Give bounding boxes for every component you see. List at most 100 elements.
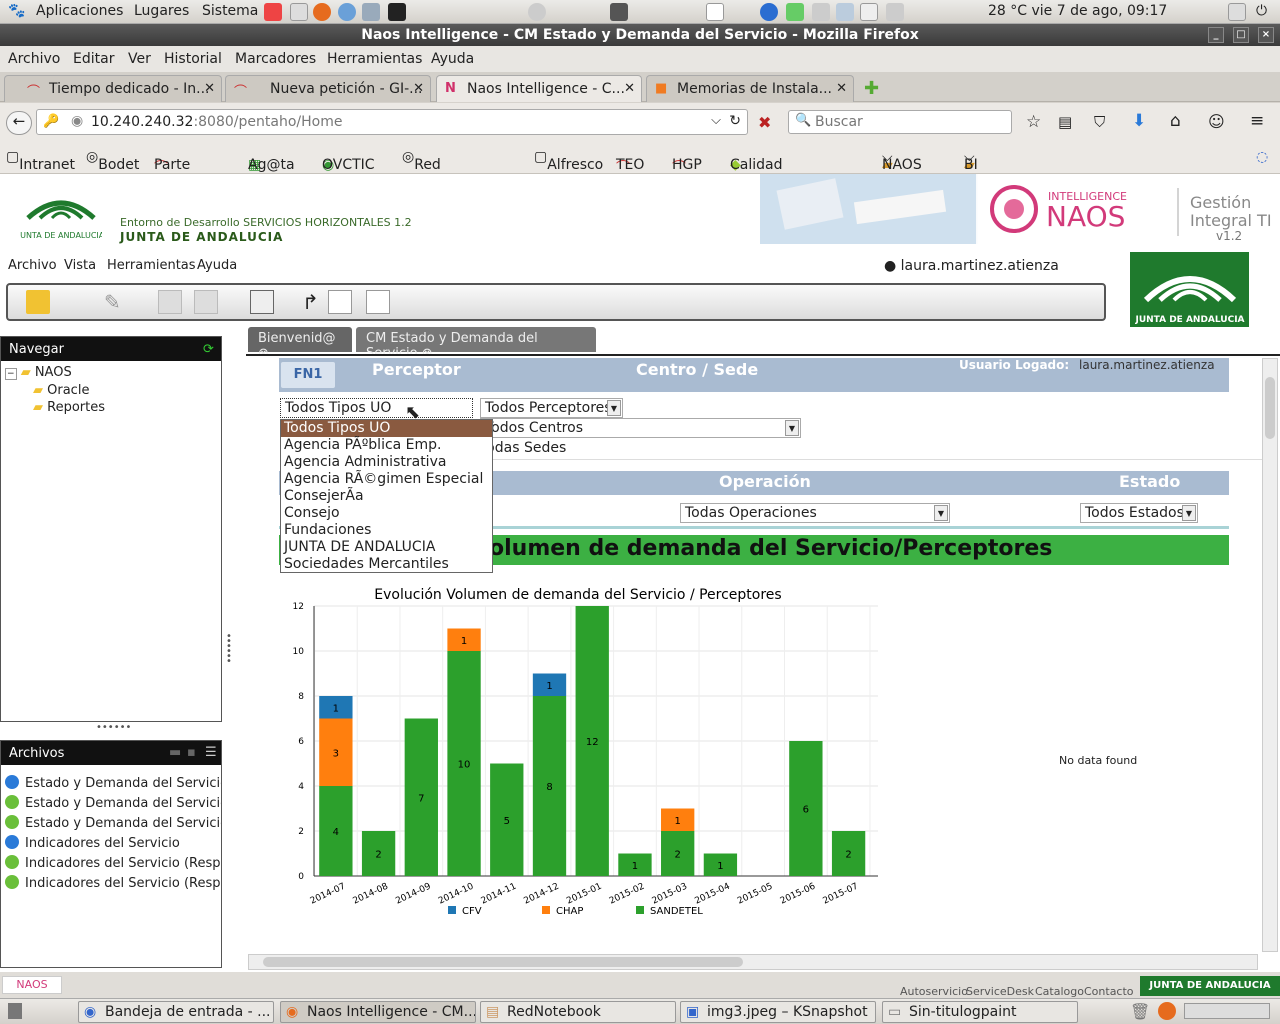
dropdown-option[interactable]: Agencia PÃºblica Emp. — [281, 437, 492, 454]
dropdown-option[interactable]: Todos Tipos UO — [281, 420, 492, 437]
sync-icon[interactable]: ◌ — [1256, 149, 1268, 165]
pmenu-archivo[interactable]: Archivo — [8, 258, 57, 273]
bookmark-star-icon[interactable]: ☆ — [1026, 112, 1041, 132]
footer-link-servicedesk[interactable]: ServiceDesk — [966, 985, 1034, 998]
tipos-uo-dropdown-list[interactable]: Todos Tipos UO Agencia PÃºblica Emp. Age… — [280, 419, 493, 573]
folder-action-icon[interactable]: ▬ — [169, 745, 181, 760]
mail-tray-icon[interactable] — [1228, 3, 1246, 21]
download-icon[interactable]: ⬇ — [1132, 111, 1146, 131]
pmenu-ayuda[interactable]: Ayuda — [197, 258, 237, 273]
estados-select[interactable]: Todos Estados ▼ — [1080, 503, 1198, 523]
file-item[interactable]: Indicadores del Servicio (Resp Ser — [5, 875, 221, 891]
minimize-icon[interactable]: _ — [1208, 27, 1224, 43]
scheduled-report-icon[interactable] — [328, 290, 352, 314]
dropdown-arrow-icon[interactable]: ▼ — [607, 400, 621, 416]
tree-root-naos[interactable]: − ▰ NAOS — [5, 365, 72, 380]
perceptores-select[interactable]: Todos Perceptores ▼ — [480, 398, 623, 418]
menu-lugares[interactable]: Lugares — [134, 3, 189, 19]
menu-marcadores[interactable]: Marcadores — [235, 51, 316, 67]
close-tab-icon[interactable]: ✕ — [204, 81, 215, 96]
editor-launcher-icon[interactable] — [290, 3, 308, 21]
file-item[interactable]: Indicadores del Servicio — [5, 835, 221, 851]
chrome-launcher-icon[interactable] — [264, 3, 282, 21]
info-tray-icon[interactable] — [760, 3, 778, 21]
trash-icon[interactable]: 🗑 — [1130, 1002, 1150, 1021]
file-item[interactable]: Indicadores del Servicio (Resp Ser — [5, 855, 221, 871]
adblock-icon[interactable]: ✖ — [758, 113, 771, 132]
workspace-switcher[interactable] — [1184, 1003, 1270, 1019]
dropdown-option[interactable]: Agencia Administrativa — [281, 454, 492, 471]
list-action-icon[interactable]: ☰ — [205, 745, 217, 760]
share-icon[interactable]: ↱ — [302, 290, 326, 314]
bookmark-alfresco[interactable]: ▢ Alfresco — [534, 149, 603, 173]
chevron-down-icon[interactable]: ⌵ — [711, 113, 721, 128]
horizontal-scrollbar[interactable] — [248, 954, 1258, 970]
tab-memorias[interactable]: ■ Memorias de Instala... ✕ — [646, 75, 854, 102]
chat-icon[interactable]: ☺ — [1208, 112, 1225, 131]
lock-tray-icon[interactable] — [610, 3, 628, 21]
edit-pencil-icon[interactable]: ✎ — [104, 290, 128, 314]
dropdown-option[interactable]: Sociedades Mercantiles — [281, 556, 492, 573]
centros-select[interactable]: Todos Centros ▼ — [480, 418, 801, 438]
todo-tray-icon[interactable] — [706, 3, 724, 21]
search-input[interactable]: 🔍 Buscar — [788, 110, 1012, 134]
menu-aplicaciones[interactable]: Aplicaciones — [36, 3, 123, 19]
open-folder-icon[interactable] — [26, 290, 50, 314]
update-tray-icon[interactable] — [528, 3, 546, 21]
close-tab-icon[interactable]: ✕ — [413, 81, 424, 96]
url-bar[interactable]: 🔑 ◉ 10.240.240.32:8080/pentaho/Home ⌵ ↻ — [36, 109, 748, 135]
maximize-icon[interactable]: □ — [1233, 27, 1249, 43]
dropdown-arrow-icon[interactable]: ▼ — [785, 420, 799, 436]
refresh-icon[interactable]: ⟳ — [203, 342, 214, 357]
file-item[interactable]: Estado y Demanda del Servicio (R — [5, 815, 221, 831]
network-launcher-icon[interactable] — [362, 3, 380, 21]
identity-icon[interactable]: 🔑 — [43, 114, 59, 129]
new-window-icon[interactable] — [250, 290, 274, 314]
bookmark-red-profesional[interactable]: ◎Red Profesional — [402, 149, 491, 189]
scroll-thumb[interactable] — [1265, 377, 1275, 439]
show-desktop-icon[interactable] — [8, 1003, 22, 1019]
tool-tray-icon[interactable] — [886, 3, 904, 21]
menu-herramientas[interactable]: Herramientas — [327, 51, 422, 67]
tipos-uo-select[interactable]: Todos Tipos UO — [280, 398, 473, 418]
scroll-thumb[interactable] — [263, 957, 743, 967]
tree-item-oracle[interactable]: ▰ Oracle — [33, 383, 89, 398]
menu-sistema[interactable]: Sistema — [202, 3, 258, 19]
tab-naos-intelligence[interactable]: N Naos Intelligence - C... ✕ — [436, 75, 642, 102]
edit-report-icon[interactable] — [366, 290, 390, 314]
task-naos[interactable]: ◉ Naos Intelligence - CM... — [280, 1001, 476, 1023]
dropdown-option[interactable]: ConsejerÃa — [281, 488, 492, 505]
reload-icon[interactable]: ↻ — [729, 113, 741, 129]
file-item[interactable]: Estado y Demanda del Servicio (R — [5, 795, 221, 811]
bookmark-bodet[interactable]: ◎ Bodet — [86, 149, 139, 173]
menu-ayuda[interactable]: Ayuda — [431, 51, 474, 67]
firefox-tray-icon[interactable] — [1158, 1002, 1176, 1020]
hamburger-menu-icon[interactable]: ≡ — [1250, 111, 1264, 131]
task-bandeja[interactable]: ◉ Bandeja de entrada - ... — [78, 1001, 274, 1023]
terminal-launcher-icon[interactable] — [388, 3, 406, 21]
dropdown-arrow-icon[interactable]: ▼ — [934, 505, 948, 521]
bookmark-folder-naos[interactable]: ▰ NAOS ⌵ — [882, 149, 922, 173]
dropdown-option[interactable]: JUNTA DE ANDALUCIA — [281, 539, 492, 556]
pmenu-vista[interactable]: Vista — [64, 258, 96, 273]
close-tab-icon[interactable]: ✕ — [836, 81, 847, 96]
bluetooth-tray-icon[interactable] — [812, 3, 830, 21]
menu-ver[interactable]: Ver — [128, 51, 151, 67]
task-gpaint[interactable]: ▭ Sin-titulogpaint — [882, 1001, 1078, 1023]
back-arrow-icon[interactable]: ← — [6, 111, 32, 135]
dropdown-option[interactable]: Consejo — [281, 505, 492, 522]
content-tab-cm-estado[interactable]: CM Estado y Demanda del Servicio ⊗ — [356, 327, 596, 361]
usb-tray-icon[interactable] — [836, 3, 854, 21]
dropdown-option[interactable]: Agencia RÃ©gimen Especial — [281, 471, 492, 488]
clipboard-tray-icon[interactable] — [860, 3, 878, 21]
tab-tiempo-dedicado[interactable]: ⌒ Tiempo dedicado - In... ✕ — [4, 75, 222, 102]
network-tray-icon[interactable] — [786, 3, 804, 21]
save-as-icon[interactable] — [194, 290, 218, 314]
close-tab-icon[interactable]: ✕ — [624, 81, 635, 96]
operaciones-select[interactable]: Todas Operaciones ▼ — [680, 503, 950, 523]
power-icon[interactable]: ⏻ — [1256, 3, 1267, 19]
firefox-launcher-icon[interactable] — [313, 3, 331, 21]
new-tab-icon[interactable]: ✚ — [864, 78, 879, 99]
collapse-icon[interactable]: − — [5, 368, 17, 380]
footer-link-contacto[interactable]: Contacto — [1084, 985, 1134, 998]
